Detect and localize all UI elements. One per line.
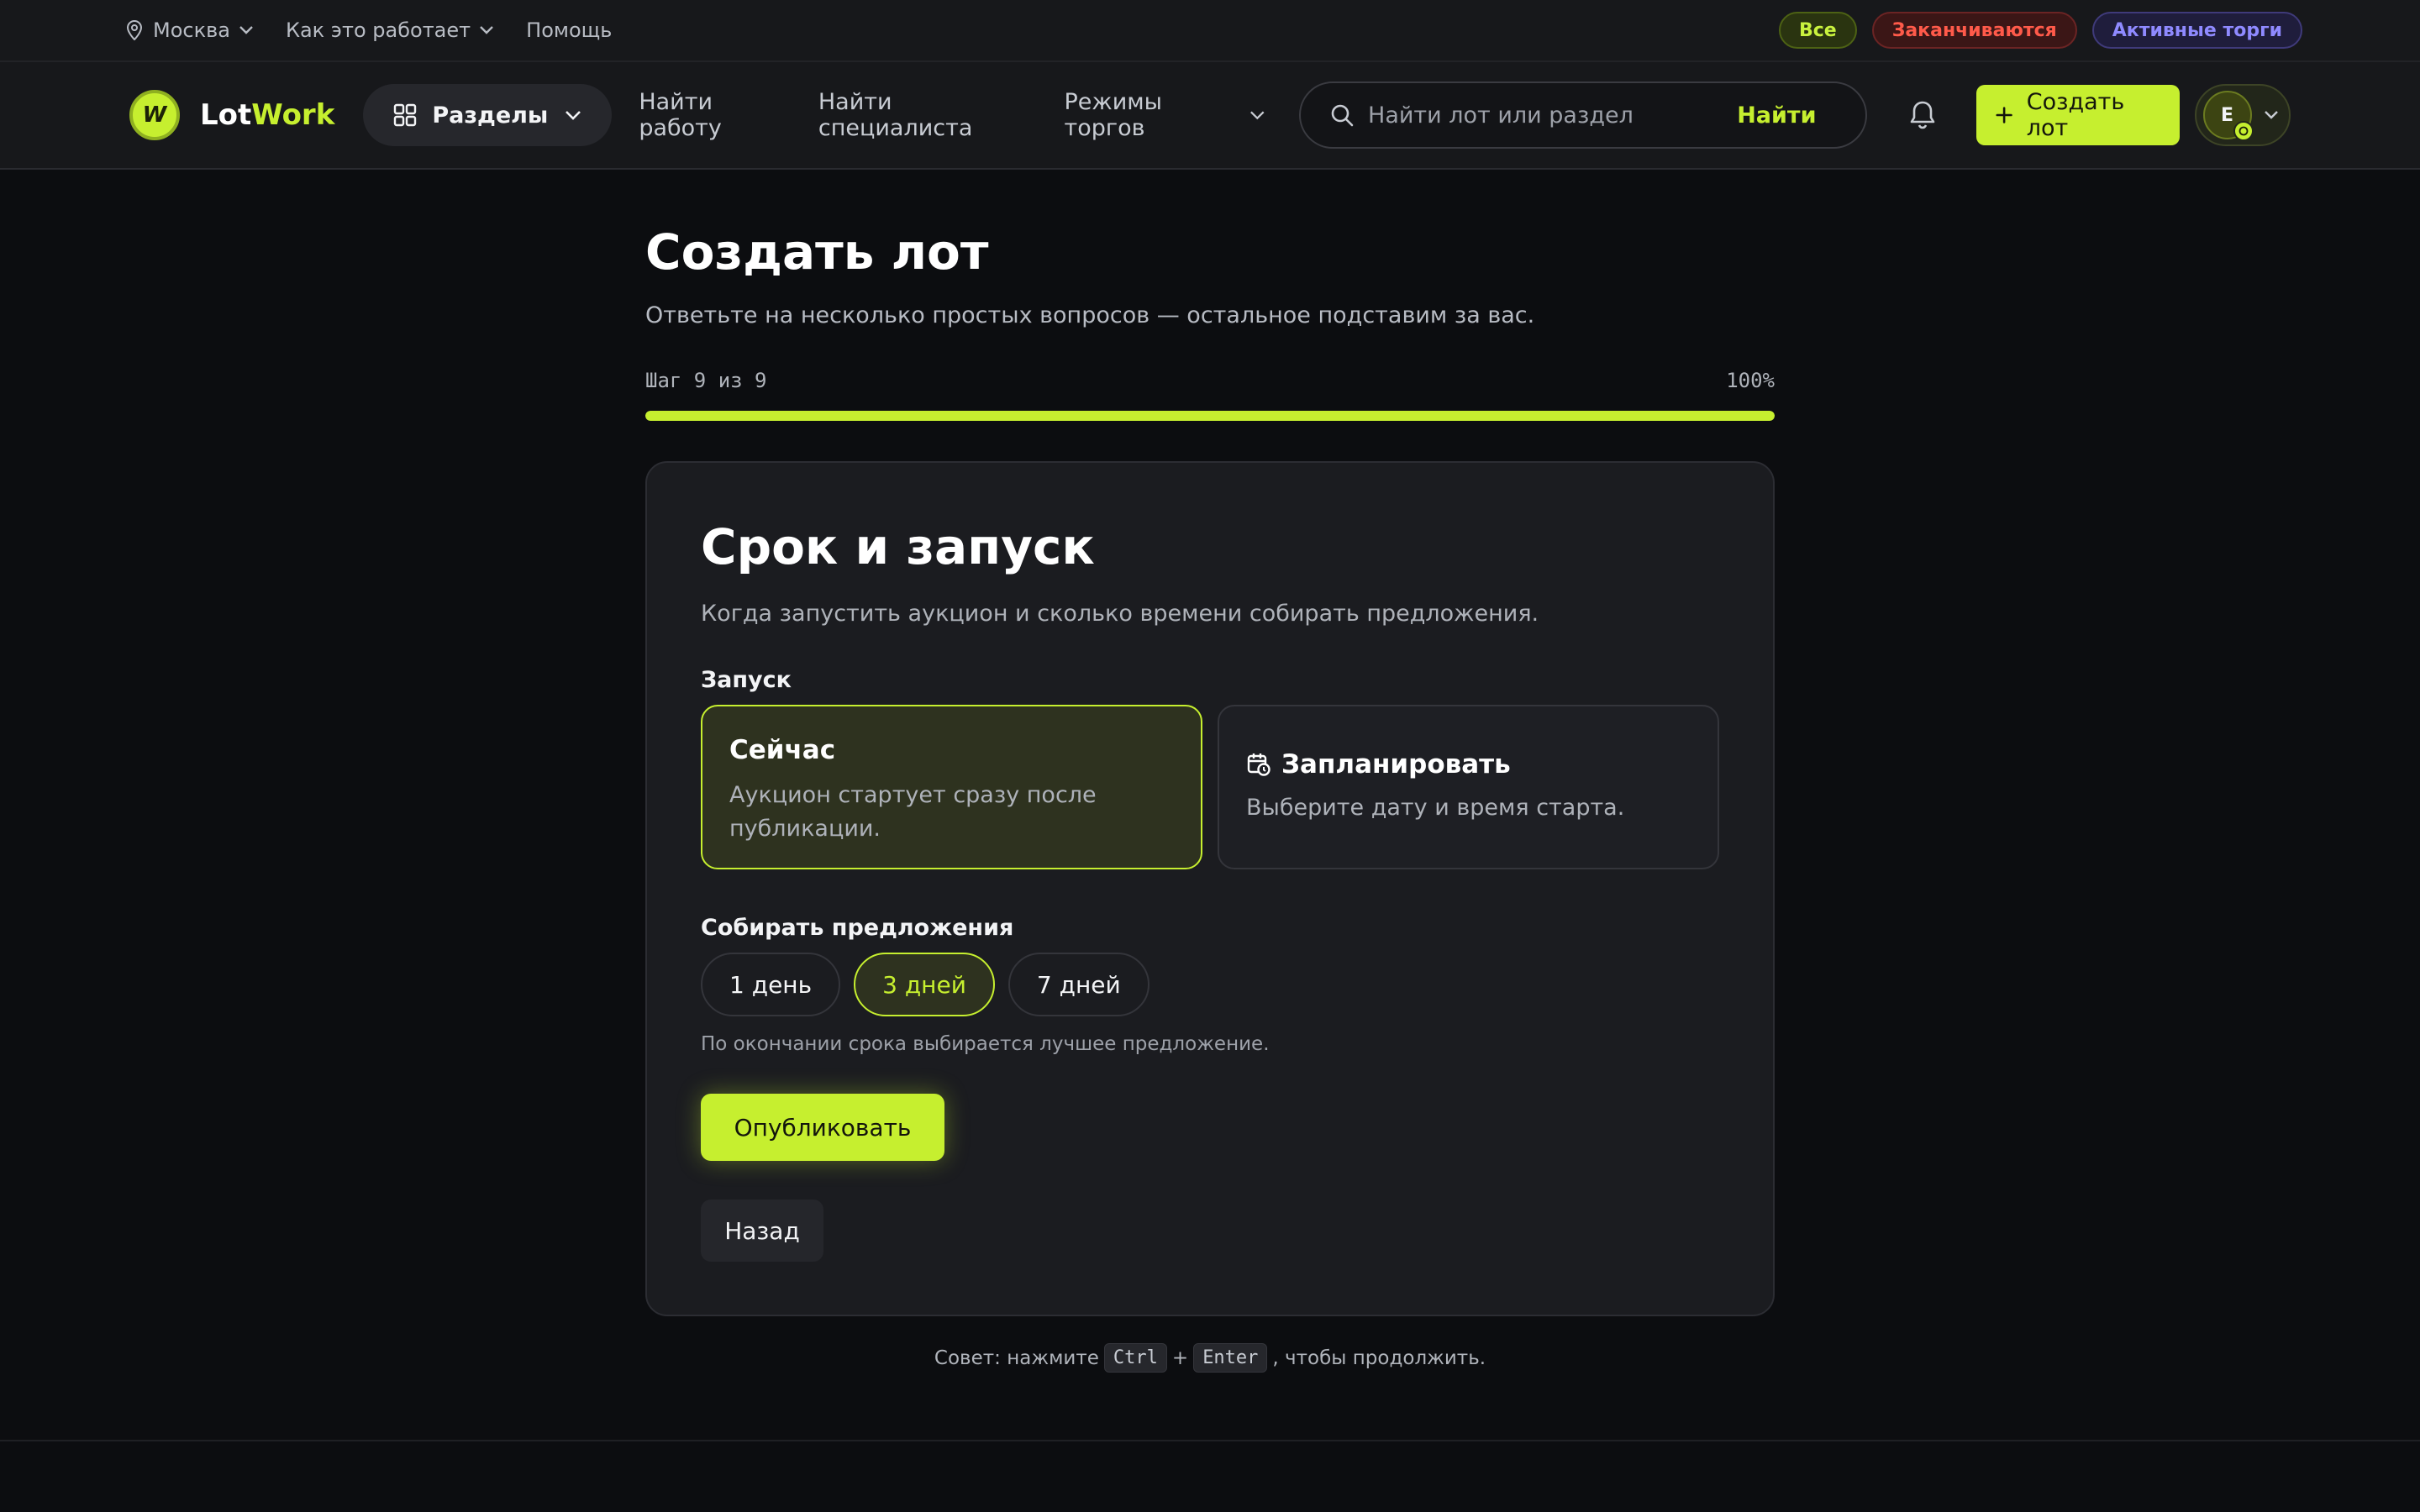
duration-options: 1 день 3 дней 7 дней <box>701 953 1719 1016</box>
logo-text-part2: Work <box>251 98 335 132</box>
chevron-down-icon <box>239 26 253 34</box>
chevron-down-icon <box>480 26 493 34</box>
step-label: Шаг 9 из 9 <box>645 369 767 392</box>
nav-trade-modes[interactable]: Режимы торгов <box>1065 89 1266 141</box>
duration-hint: По окончании срока выбирается лучшее пре… <box>701 1033 1270 1055</box>
footer-divider <box>0 1440 2420 1441</box>
logo-text-part1: Lot <box>200 98 252 132</box>
trade-modes-label: Режимы торгов <box>1064 89 1162 141</box>
search-input[interactable] <box>1368 102 1738 129</box>
calendar-clock-icon <box>1247 753 1270 776</box>
help-link[interactable]: Помощь <box>526 18 612 42</box>
plus-icon <box>1995 107 2012 123</box>
grid-icon <box>394 103 417 127</box>
help-label: Помощь <box>526 18 613 42</box>
logo-text: LotWork <box>200 98 334 132</box>
tip-plus: + <box>1171 1347 1189 1369</box>
main-content: Создать лот Ответьте на несколько просты… <box>645 170 1775 1373</box>
create-lot-button[interactable]: Создать лот <box>1975 85 2180 145</box>
launch-option-now[interactable]: Сейчас Аукцион стартует сразу после публ… <box>701 705 1202 869</box>
tip-suffix: , чтобы продолжить. <box>1272 1347 1486 1369</box>
option-title: Сейчас <box>729 735 836 765</box>
card-subtitle: Когда запустить аукцион и сколько времен… <box>701 601 1539 627</box>
location-pin-icon <box>126 20 143 40</box>
top-utility-bar: Москва Как это работает Помощь Все Закан… <box>0 0 2420 60</box>
user-menu-button[interactable]: E <box>2194 84 2291 146</box>
city-selector[interactable]: Москва <box>118 18 254 42</box>
launch-option-schedule[interactable]: Запланировать Выберите дату и время стар… <box>1218 705 1719 869</box>
kbd-ctrl: Ctrl <box>1103 1343 1167 1373</box>
option-title-row: Запланировать <box>1246 749 1691 780</box>
chevron-down-icon <box>566 111 581 120</box>
tip-prefix: Совет: нажмите <box>934 1347 1099 1369</box>
chevron-down-icon <box>2264 111 2278 119</box>
progress-percent: 100% <box>1726 369 1775 392</box>
how-it-works-label: Как это работает <box>285 18 471 42</box>
sections-label: Разделы <box>432 102 549 129</box>
search-button[interactable]: Найти <box>1737 102 1839 129</box>
notifications-button[interactable] <box>1907 99 1938 131</box>
nav-find-work[interactable]: Найти работу <box>639 89 792 141</box>
collect-label: Собирать предложения <box>701 915 1014 941</box>
nav-find-specialist[interactable]: Найти специалиста <box>818 89 1038 141</box>
chevron-down-icon <box>1250 111 1265 120</box>
sections-button[interactable]: Разделы <box>363 84 613 146</box>
duration-1-day[interactable]: 1 день <box>701 953 841 1016</box>
launch-label: Запуск <box>701 667 792 693</box>
option-title: Запланировать <box>1281 749 1511 780</box>
search-bar: Найти <box>1299 81 1867 149</box>
page-title: Создать лот <box>645 223 989 281</box>
card-title: Срок и запуск <box>701 518 1095 575</box>
keyboard-tip: Совет: нажмите Ctrl + Enter , чтобы прод… <box>645 1343 1775 1373</box>
filter-all-pill[interactable]: Все <box>1778 12 1857 49</box>
filter-ending-pill[interactable]: Заканчиваются <box>1871 12 2077 49</box>
launch-options: Сейчас Аукцион стартует сразу после публ… <box>701 705 1719 869</box>
bell-icon <box>1910 101 1934 129</box>
page-subtitle: Ответьте на несколько простых вопросов —… <box>645 302 1535 328</box>
publish-button[interactable]: Опубликовать <box>701 1094 944 1161</box>
step-indicator: Шаг 9 из 9 100% <box>645 369 1775 392</box>
logo-mark: W <box>129 90 180 140</box>
search-icon <box>1331 104 1354 127</box>
option-description: Аукцион стартует сразу после публикации. <box>729 782 1097 842</box>
avatar-badge-icon <box>2233 121 2254 141</box>
filter-active-pill[interactable]: Активные торги <box>2091 12 2302 49</box>
main-header: W LotWork Разделы Найти работу Найти спе… <box>0 60 2420 170</box>
duration-7-days[interactable]: 7 дней <box>1007 953 1150 1016</box>
kbd-enter: Enter <box>1193 1343 1268 1373</box>
how-it-works-menu[interactable]: Как это работает <box>286 18 494 42</box>
logo[interactable]: W LotWork <box>129 90 334 140</box>
avatar: E <box>2202 91 2254 141</box>
option-description: Выберите дату и время старта. <box>1246 795 1625 821</box>
avatar-initial: E <box>2221 104 2234 126</box>
progress-bar <box>645 411 1775 421</box>
city-label: Москва <box>153 18 230 42</box>
progress-bar-fill <box>645 411 1775 421</box>
step-card: Срок и запуск Когда запустить аукцион и … <box>645 461 1775 1316</box>
back-button[interactable]: Назад <box>701 1200 823 1262</box>
create-lot-label: Создать лот <box>2026 89 2125 141</box>
duration-3-days[interactable]: 3 дней <box>854 953 995 1016</box>
